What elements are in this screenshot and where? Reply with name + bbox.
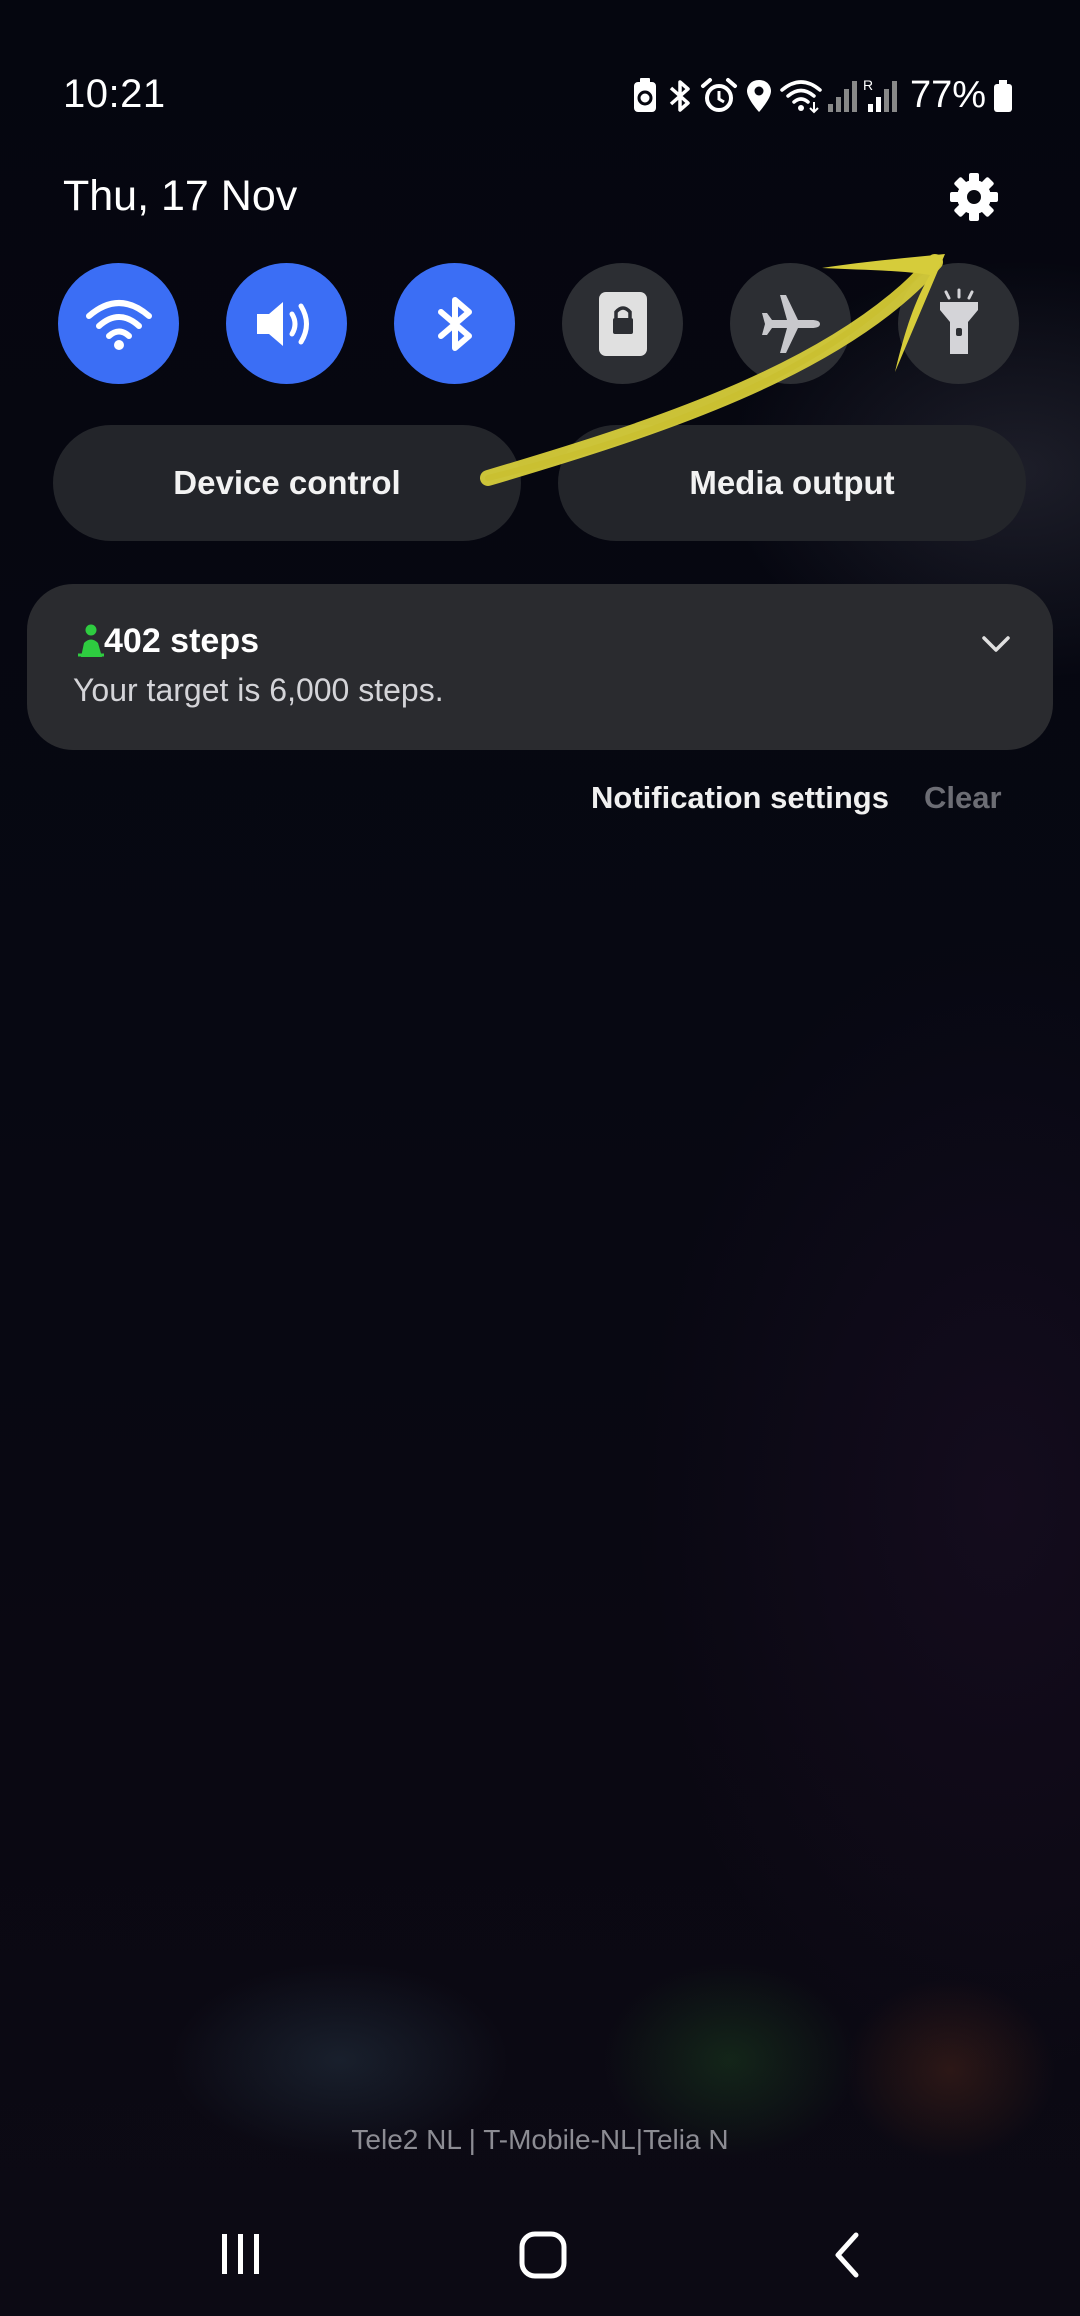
wifi-icon [780, 79, 822, 113]
notification-body: Your target is 6,000 steps. [73, 672, 444, 708]
bluetooth-icon [669, 79, 690, 112]
notification-settings-button[interactable]: Notification settings [591, 780, 889, 816]
speaker-icon [256, 301, 309, 346]
steps-notification-card[interactable] [27, 584, 1053, 750]
bluetooth-toggle[interactable] [394, 263, 515, 384]
media-output-button[interactable]: Media output [558, 425, 1026, 541]
status-icons: R 77% [628, 74, 1014, 117]
sound-toggle[interactable] [226, 263, 347, 384]
recents-icon [222, 2234, 259, 2274]
back-icon [835, 2232, 859, 2278]
signal-icon [827, 80, 857, 112]
bluetooth-icon [437, 296, 472, 351]
device-control-button[interactable]: Device control [53, 425, 521, 541]
airplane-toggle[interactable] [730, 263, 851, 384]
airplane-icon [761, 294, 820, 353]
roaming-signal-icon: R [863, 77, 897, 112]
walking-person-icon [78, 624, 104, 657]
flashlight-icon [939, 288, 978, 354]
lock-toggle[interactable] [562, 263, 683, 384]
status-clock: 10:21 [63, 72, 166, 116]
gear-icon [950, 173, 998, 221]
alarm-icon [700, 77, 737, 112]
home-button[interactable] [518, 2230, 568, 2280]
notification-title: 402 steps [104, 622, 259, 660]
flashlight-toggle[interactable] [898, 263, 1019, 384]
carrier-label: Tele2 NL | T-Mobile-NL|Telia N [351, 2124, 729, 2155]
location-icon [746, 79, 771, 112]
wifi-toggle[interactable] [58, 263, 179, 384]
battery-saver-icon [633, 77, 656, 112]
svg-text:R: R [863, 77, 873, 93]
battery-percent: 77% [909, 74, 986, 116]
wifi-icon [85, 299, 152, 350]
home-icon [519, 2231, 567, 2279]
settings-button[interactable] [945, 168, 1003, 226]
recents-button[interactable] [216, 2230, 266, 2278]
expand-notification-button[interactable] [978, 626, 1014, 662]
battery-icon [994, 79, 1012, 112]
clear-notifications-button[interactable]: Clear [924, 780, 1002, 816]
chevron-down-icon [982, 636, 1010, 652]
date-label: Thu, 17 Nov [63, 172, 298, 220]
back-button[interactable] [828, 2230, 868, 2280]
lock-icon [598, 291, 647, 356]
